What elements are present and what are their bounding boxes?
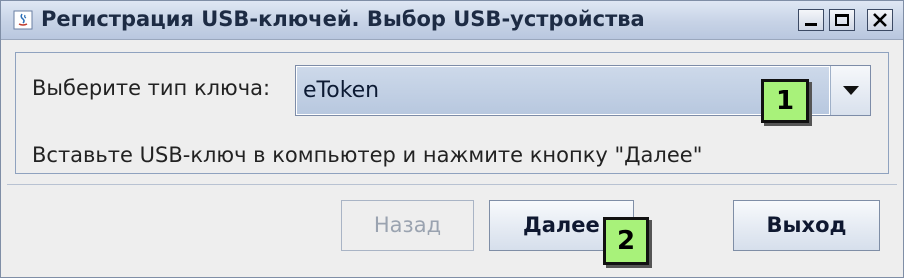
key-type-value: eToken <box>303 78 380 103</box>
maximize-icon <box>835 14 849 26</box>
title-bar[interactable]: Регистрация USB-ключей. Выбор USB-устрой… <box>1 1 903 40</box>
close-button[interactable] <box>867 9 893 31</box>
chevron-down-icon <box>843 86 859 95</box>
dialog-window: Регистрация USB-ключей. Выбор USB-устрой… <box>0 0 904 278</box>
key-type-selected[interactable]: eToken <box>297 67 829 114</box>
divider <box>7 184 897 185</box>
minimize-button[interactable] <box>798 9 824 31</box>
minimize-icon <box>805 23 817 26</box>
back-button[interactable]: Назад <box>341 200 474 251</box>
annotation-badge-1: 1 <box>761 79 809 123</box>
combo-dropdown-button[interactable] <box>830 66 870 115</box>
exit-button[interactable]: Выход <box>733 200 880 251</box>
java-app-icon <box>13 10 33 30</box>
window-title: Регистрация USB-ключей. Выбор USB-устрой… <box>41 7 645 31</box>
key-type-label: Выберите тип ключа: <box>32 76 271 100</box>
close-icon <box>873 13 887 27</box>
instruction-text: Вставьте USB-ключ в компьютер и нажмите … <box>32 143 703 167</box>
maximize-button[interactable] <box>829 9 855 31</box>
annotation-badge-2: 2 <box>603 217 649 265</box>
